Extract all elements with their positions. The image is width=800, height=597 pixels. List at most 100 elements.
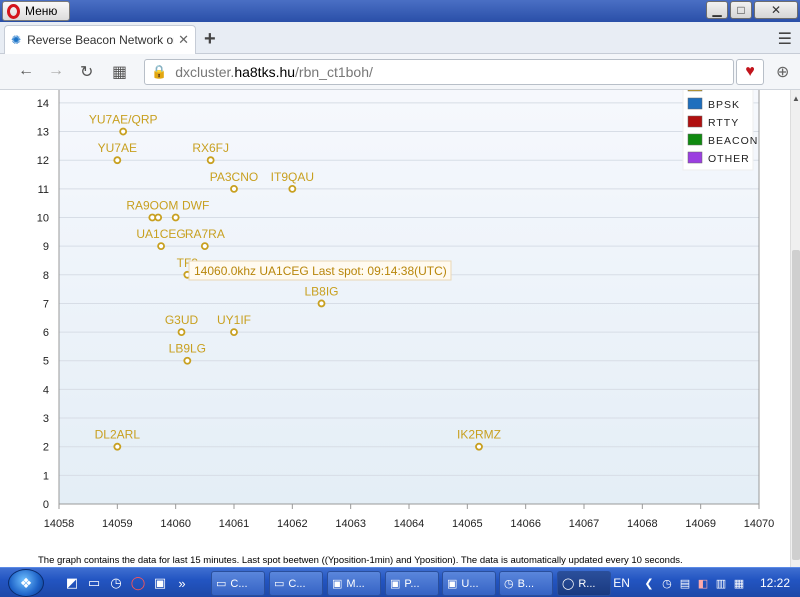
taskbar-task[interactable]: ▭ C... xyxy=(269,571,323,596)
app-icon[interactable]: ▣ xyxy=(150,573,170,593)
y-tick-label: 12 xyxy=(37,155,49,167)
taskbar-task[interactable]: ◷ B... xyxy=(499,571,553,596)
spot-label: IT9QAU xyxy=(271,170,314,184)
maximize-button[interactable]: □ xyxy=(730,1,752,19)
spot-label: DL2ARL xyxy=(95,428,141,442)
task-app-icon: ▣ xyxy=(390,578,401,590)
desktop-icon[interactable]: ▭ xyxy=(84,573,104,593)
y-tick-label: 0 xyxy=(43,499,49,511)
spot-point[interactable] xyxy=(230,328,238,336)
close-window-button[interactable]: ✕ xyxy=(754,1,798,19)
scroll-thumb[interactable] xyxy=(792,250,800,560)
spot-label: UA1CEG xyxy=(136,227,185,241)
task-label: M... xyxy=(346,577,365,590)
tray-arrow-icon[interactable]: ❮ xyxy=(642,576,656,590)
spot-point[interactable] xyxy=(113,156,122,165)
new-tab-plus-icon[interactable]: + xyxy=(204,28,216,51)
x-tick-label: 14065 xyxy=(452,518,483,530)
y-tick-label: 3 xyxy=(43,413,49,425)
speed-dial-grid-icon[interactable]: ▦ xyxy=(112,62,127,82)
spot-point[interactable] xyxy=(230,184,238,193)
maximize-icon: □ xyxy=(737,3,745,17)
language-indicator[interactable]: EN xyxy=(613,576,630,590)
title-bar: Меню ▁ □ ✕ xyxy=(0,0,800,22)
address-bar[interactable]: 🔒 dxcluster.ha8tks.hu/rbn_ct1boh/ xyxy=(144,59,734,85)
spot-point[interactable] xyxy=(475,442,483,451)
explorer-icon[interactable]: ◩ xyxy=(62,573,82,593)
spot-label: RA7RA xyxy=(185,227,225,241)
task-app-icon: ◷ xyxy=(504,578,514,590)
tray-clock-icon[interactable]: ◷ xyxy=(660,576,674,590)
url-text: dxcluster.ha8tks.hu/rbn_ct1boh/ xyxy=(175,64,373,80)
x-tick-label: 14068 xyxy=(627,518,658,530)
x-tick-label: 14063 xyxy=(335,518,366,530)
spot-point[interactable] xyxy=(317,299,326,308)
spot-chart: 0123456789101112131414058 14059 14060 14061… xyxy=(37,90,774,530)
taskbar-task[interactable]: ▣ U... xyxy=(442,571,496,596)
spot-label: UY1IF xyxy=(217,313,251,327)
taskbar-task[interactable]: ◯ R... xyxy=(557,571,611,596)
scroll-up-icon[interactable]: ▲ xyxy=(791,94,800,103)
tray-app-icon[interactable]: ◧ xyxy=(696,576,710,590)
spot-label: PA3CNO xyxy=(210,170,258,184)
tab-reverse-beacon[interactable]: ✺ Reverse Beacon Network on ✕ xyxy=(4,25,196,54)
y-tick-label: 6 xyxy=(43,327,49,339)
legend-label: RTTY xyxy=(708,117,739,129)
legend-label: BEACON xyxy=(708,135,758,147)
y-tick-label: 13 xyxy=(37,127,49,139)
task-app-icon: ▭ xyxy=(274,578,285,590)
taskbar-task[interactable]: ▣ M... xyxy=(327,571,381,596)
minimize-button[interactable]: ▁ xyxy=(706,1,728,19)
tab-menu-icon[interactable]: ☰ xyxy=(778,29,792,49)
spot-label: RA9OOM xyxy=(126,198,178,212)
spot-point[interactable] xyxy=(119,127,128,136)
tab-title: Reverse Beacon Network on xyxy=(27,33,175,47)
y-tick-label: 14 xyxy=(37,98,49,110)
y-tick-label: 7 xyxy=(43,298,49,310)
x-tick-label: 14058 xyxy=(44,518,75,530)
clock-app-icon[interactable]: ◷ xyxy=(106,573,126,593)
task-label: C... xyxy=(288,577,306,590)
spot-point[interactable] xyxy=(113,442,122,451)
tab-close-icon[interactable]: ✕ xyxy=(178,32,189,48)
clock: 12:22 xyxy=(759,576,790,590)
spot-point[interactable] xyxy=(200,242,209,251)
forward-arrow-icon[interactable]: → xyxy=(48,62,64,80)
stash-heart-button[interactable]: ♥ xyxy=(736,59,764,85)
back-arrow-icon[interactable]: ← xyxy=(18,62,34,80)
tray-signal-icon[interactable]: ▦ xyxy=(732,576,746,590)
windows-taskbar: ❖ ◩ ▭ ◷ ◯ ▣ » ▭ C... ▭ C... ▣ M... ▣ P... ▣ U... ◷… xyxy=(0,567,800,597)
spot-point[interactable] xyxy=(288,184,297,193)
more-icon[interactable]: » xyxy=(172,573,192,593)
tray-volume-icon[interactable]: ▥ xyxy=(714,576,728,590)
task-app-icon: ◯ xyxy=(562,578,575,590)
spot-point[interactable] xyxy=(171,213,180,222)
start-button[interactable]: ❖ xyxy=(8,569,44,597)
taskbar-task[interactable]: ▭ C... xyxy=(211,571,265,596)
legend-label: CW xyxy=(708,90,728,93)
opera-menu-button[interactable]: Меню xyxy=(2,1,70,21)
vertical-scrollbar[interactable]: ▲ xyxy=(790,90,800,567)
lock-icon: 🔒 xyxy=(151,64,168,79)
spot-point[interactable] xyxy=(154,213,163,222)
legend-swatch xyxy=(687,151,703,164)
menu-label: Меню xyxy=(25,4,58,18)
favicon-icon: ✺ xyxy=(11,33,22,47)
download-icon[interactable]: ⊕ xyxy=(776,62,789,82)
window-controls: ▁ □ ✕ xyxy=(706,1,798,19)
spot-label: LB9LG xyxy=(169,342,206,356)
spot-point[interactable] xyxy=(157,242,165,251)
opera-launch-icon[interactable]: ◯ xyxy=(128,573,148,593)
spot-point[interactable] xyxy=(177,328,186,336)
x-tick-label: 14064 xyxy=(394,518,425,530)
y-tick-label: 9 xyxy=(43,241,49,253)
tray-network-icon[interactable]: ▤ xyxy=(678,576,692,590)
minimize-icon: ▁ xyxy=(712,3,722,17)
taskbar-task[interactable]: ▣ P... xyxy=(385,571,439,596)
close-icon: ✕ xyxy=(770,3,782,17)
spot-point[interactable] xyxy=(183,356,192,365)
reload-icon[interactable]: ↻ xyxy=(80,62,93,82)
spot-point[interactable] xyxy=(206,156,215,165)
task-label: P... xyxy=(404,577,420,590)
task-label: C... xyxy=(230,577,248,590)
